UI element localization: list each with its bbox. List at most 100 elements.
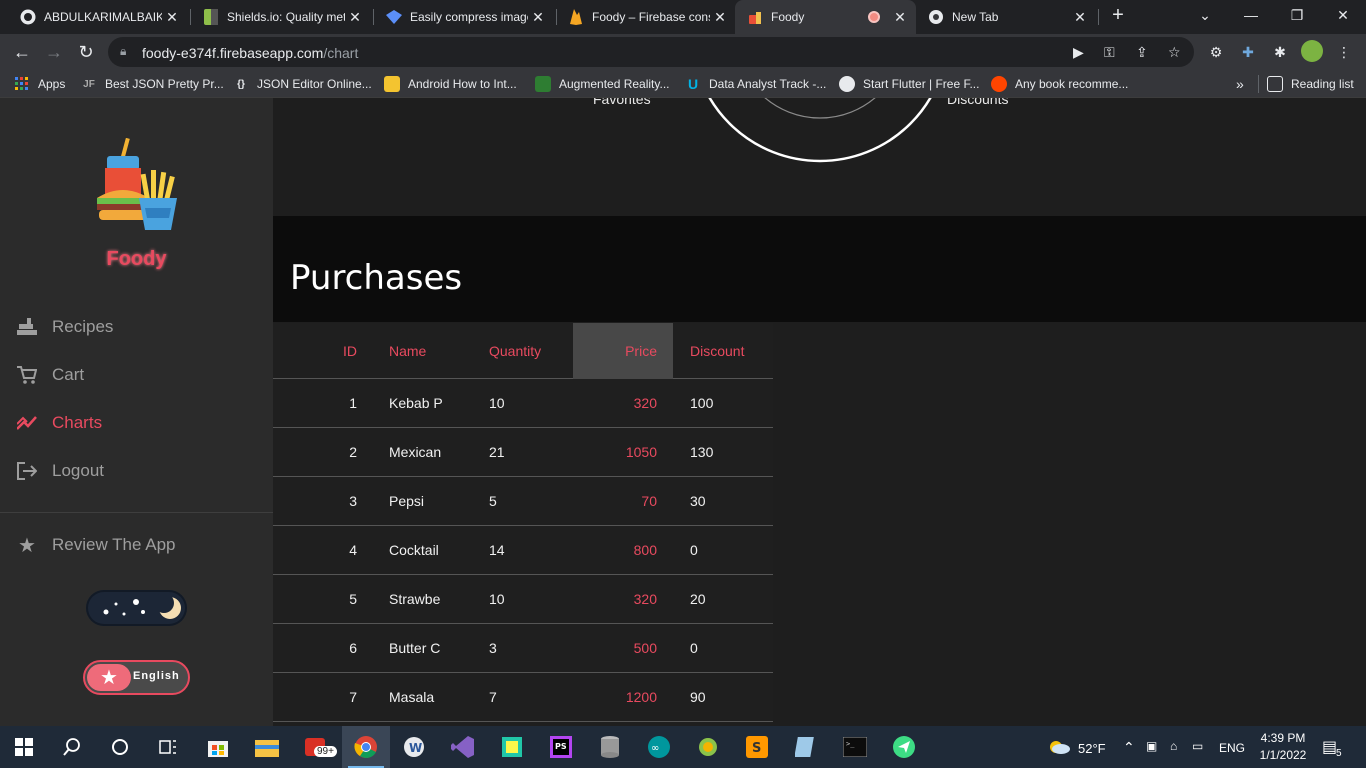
file-explorer-icon[interactable] xyxy=(243,726,291,768)
profile-avatar[interactable] xyxy=(1301,40,1323,62)
snail-app-icon[interactable] xyxy=(684,726,732,768)
nav-recipes[interactable]: Recipes xyxy=(16,315,113,339)
terminal-icon[interactable]: >_ xyxy=(831,726,879,768)
notifications-icon[interactable]: ▤ xyxy=(1322,737,1337,757)
table-row[interactable]: 2 Mexican 21 1050 130 xyxy=(273,428,773,477)
nav-cart[interactable]: Cart xyxy=(16,363,84,387)
chrome-icon xyxy=(928,9,944,25)
task-view-icon[interactable] xyxy=(144,726,192,768)
bookmark-data-analyst[interactable]: U Data Analyst Track -... xyxy=(685,75,826,93)
reading-list-icon xyxy=(1267,76,1283,92)
word-icon[interactable]: W xyxy=(390,726,438,768)
weather-icon[interactable] xyxy=(1047,739,1071,758)
close-window-icon[interactable]: ✕ xyxy=(1320,0,1366,30)
nav-charts[interactable]: Charts xyxy=(16,411,102,435)
column-header-discount[interactable]: Discount xyxy=(690,323,770,379)
puzzle-extensions-icon[interactable]: ✱ xyxy=(1270,42,1290,62)
cell-name: Kebab P xyxy=(389,395,443,411)
bookmark-android[interactable]: Android How to Int... xyxy=(384,75,517,93)
table-row[interactable]: 5 Strawbe 10 320 20 xyxy=(273,575,773,624)
key-icon[interactable]: ⚿ xyxy=(1104,44,1115,61)
clock-date[interactable]: 1/1/2022 xyxy=(1256,748,1310,762)
bookmark-json-pretty[interactable]: JF Best JSON Pretty Pr... xyxy=(81,75,224,93)
tab-search-icon[interactable]: ⌄ xyxy=(1182,0,1228,30)
notepad-icon[interactable] xyxy=(782,726,830,768)
bookmark-augmented-reality[interactable]: Augmented Reality... xyxy=(535,75,670,93)
tab-compress[interactable]: Easily compress image ✕ xyxy=(374,0,554,34)
clock-time[interactable]: 4:39 PM xyxy=(1258,731,1308,745)
weather-temp[interactable]: 52°F xyxy=(1078,741,1106,756)
new-tab-button[interactable]: + xyxy=(1096,0,1140,30)
windows-start-icon[interactable] xyxy=(0,726,48,768)
table-row[interactable]: 7 Masala 7 1200 90 xyxy=(273,673,773,722)
input-language[interactable]: ENG xyxy=(1219,741,1245,755)
bookmark-flutter[interactable]: Start Flutter | Free F... xyxy=(839,75,979,93)
reload-icon[interactable]: ↻ xyxy=(72,38,100,66)
forward-arrow-icon[interactable]: → xyxy=(40,38,68,66)
review-app-link[interactable]: ★ Review The App xyxy=(16,533,175,557)
url-path: /chart xyxy=(323,45,359,61)
phpstorm-icon[interactable]: PS xyxy=(537,726,585,768)
language-toggle[interactable]: ★ English xyxy=(83,660,190,695)
recipes-icon xyxy=(16,316,38,338)
bookmark-apps[interactable]: Apps xyxy=(14,75,65,93)
arduino-icon[interactable]: ∞ xyxy=(635,726,683,768)
bookmark-reddit[interactable]: Any book recomme... xyxy=(991,75,1128,93)
chrome-taskbar-icon[interactable] xyxy=(342,726,390,768)
battery-icon[interactable]: ▭ xyxy=(1192,739,1203,753)
page-content: Foody Recipes Cart Charts Logout ★ Revie… xyxy=(0,98,1366,726)
table-row[interactable]: 4 Cocktail 14 800 0 xyxy=(273,526,773,575)
close-icon[interactable]: ✕ xyxy=(890,9,910,26)
search-icon[interactable] xyxy=(48,726,96,768)
table-row[interactable]: 6 Butter C 3 500 0 xyxy=(273,624,773,673)
finland-extension-icon[interactable]: ✚ xyxy=(1238,42,1258,62)
restore-icon[interactable]: ❐ xyxy=(1274,0,1320,30)
nav-logout[interactable]: Logout xyxy=(16,459,104,483)
tab-foody[interactable]: Foody ✕ xyxy=(735,0,916,34)
star-knob-icon: ★ xyxy=(87,664,131,691)
address-bar[interactable]: 🔒︎ foody-e374f.firebaseapp.com/chart ▶ ⚿… xyxy=(108,37,1194,67)
more-bookmarks-icon[interactable]: » xyxy=(1236,75,1244,93)
chevron-up-icon[interactable]: ⌃ xyxy=(1123,739,1135,756)
star-bookmark-icon[interactable]: ☆ xyxy=(1168,44,1181,61)
tab-github[interactable]: ABDULKARIMALBAIK/ ✕ xyxy=(8,0,188,34)
gmail-notification-icon[interactable]: 99+ xyxy=(292,726,340,768)
tab-new[interactable]: New Tab ✕ xyxy=(916,0,1096,34)
browser-toolbar: ← → ↻ 🔒︎ foody-e374f.firebaseapp.com/cha… xyxy=(0,34,1366,70)
column-header-quantity[interactable]: Quantity xyxy=(489,323,569,379)
menu-kebab-icon[interactable]: ⋮ xyxy=(1334,42,1354,62)
paper-plane-icon[interactable] xyxy=(880,726,928,768)
column-header-name[interactable]: Name xyxy=(389,323,479,379)
microsoft-store-icon[interactable] xyxy=(194,726,242,768)
back-arrow-icon[interactable]: ← xyxy=(8,38,36,66)
nl-extension-icon[interactable]: ⚙ xyxy=(1206,42,1226,62)
column-header-price[interactable]: Price xyxy=(573,323,673,379)
reading-list-button[interactable]: Reading list xyxy=(1258,75,1354,93)
table-row[interactable]: 1 Kebab P 10 320 100 xyxy=(273,379,773,428)
ar-icon xyxy=(535,76,551,92)
sublime-text-icon[interactable]: S xyxy=(733,726,781,768)
cortana-icon[interactable] xyxy=(96,726,144,768)
visual-studio-icon[interactable] xyxy=(439,726,487,768)
cell-price: 500 xyxy=(633,640,657,656)
meet-now-icon[interactable]: ▣ xyxy=(1146,739,1157,753)
close-icon[interactable]: ✕ xyxy=(528,9,548,26)
share-icon[interactable]: ⇪ xyxy=(1136,44,1148,61)
close-icon[interactable]: ✕ xyxy=(710,9,730,26)
database-icon[interactable] xyxy=(586,726,634,768)
bookmark-json-editor[interactable]: {} JSON Editor Online... xyxy=(233,75,372,93)
dev-tool-icon[interactable] xyxy=(488,726,536,768)
tab-firebase[interactable]: Foody – Firebase cons ✕ xyxy=(556,0,736,34)
theme-toggle[interactable] xyxy=(86,590,187,626)
minimize-icon[interactable]: — xyxy=(1228,0,1274,30)
language-label: English xyxy=(133,670,180,682)
column-header-id[interactable]: ID xyxy=(273,323,357,379)
camera-icon[interactable]: ▶ xyxy=(1073,44,1084,61)
tab-shields[interactable]: Shields.io: Quality met ✕ xyxy=(191,0,371,34)
table-row[interactable]: 3 Pepsi 5 70 30 xyxy=(273,477,773,526)
cell-discount: 30 xyxy=(690,493,706,509)
close-icon[interactable]: ✕ xyxy=(345,9,365,26)
usb-icon[interactable]: ⌂ xyxy=(1170,739,1177,753)
close-icon[interactable]: ✕ xyxy=(1070,9,1090,26)
close-icon[interactable]: ✕ xyxy=(162,9,182,26)
